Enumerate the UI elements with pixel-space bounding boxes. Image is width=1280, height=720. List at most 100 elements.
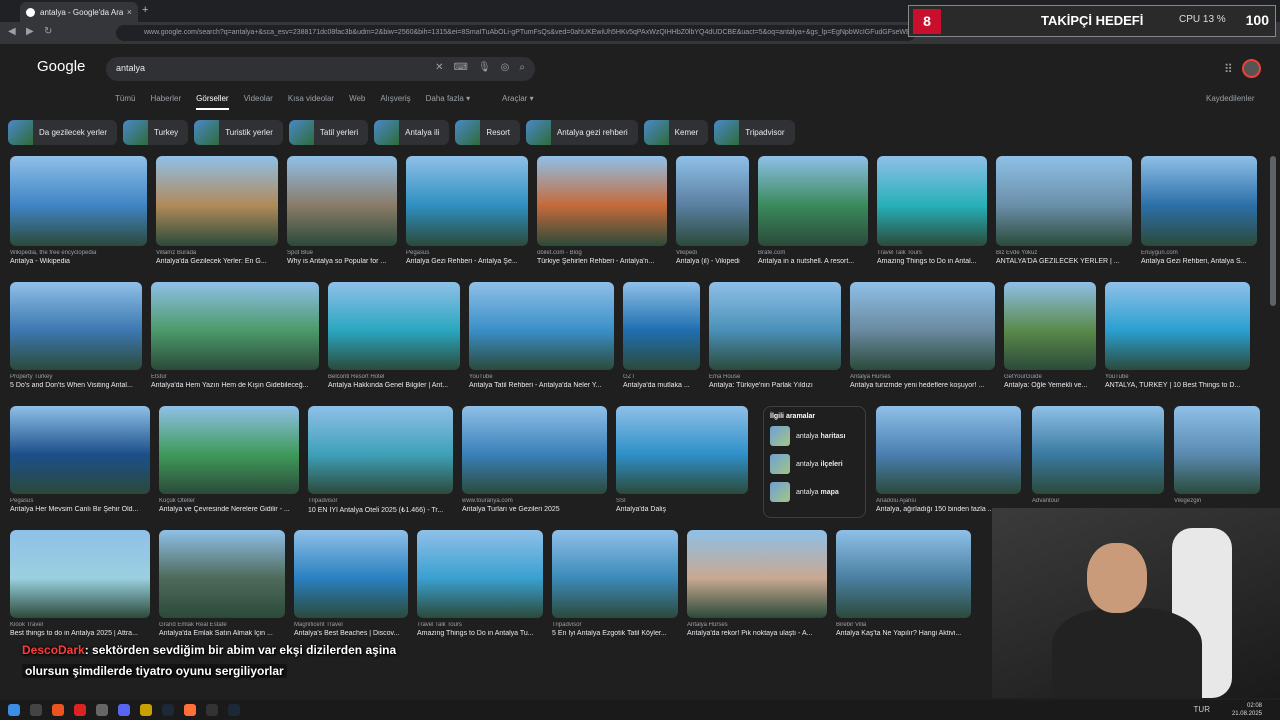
image-source[interactable]: Antalya Hürses xyxy=(687,622,827,628)
image-caption[interactable]: Amazing Things to Do in Antal... xyxy=(877,258,987,265)
image-source[interactable]: Villamz Burada xyxy=(156,250,278,256)
app-icon[interactable] xyxy=(52,704,64,716)
image-source[interactable]: GZT xyxy=(623,374,700,380)
image-result[interactable]: Magnificent Travel Antalya's Best Beaches… xyxy=(294,530,408,637)
app-icon[interactable] xyxy=(74,704,86,716)
keyboard-icon[interactable]: ⌨ xyxy=(454,62,468,73)
image-result[interactable]: Property Turkey 5 Do's and Don'ts When Vi… xyxy=(10,282,142,389)
reload-icon[interactable]: ↻ xyxy=(44,26,52,37)
image-thumbnail[interactable] xyxy=(676,156,749,246)
search-icon[interactable]: ⌕ xyxy=(519,62,525,73)
image-source[interactable]: Tripadvisor xyxy=(308,498,453,504)
image-source[interactable]: Grand Emlak Real Estate xyxy=(159,622,285,628)
chip[interactable]: Tripadvisor xyxy=(714,120,795,145)
image-result[interactable]: Advantour xyxy=(1032,406,1164,506)
image-caption[interactable]: Antalya Turları ve Gezileri 2025 xyxy=(462,506,607,513)
image-source[interactable]: YouTube xyxy=(469,374,614,380)
image-source[interactable]: Vikigezgin xyxy=(1174,498,1260,504)
image-source[interactable]: Anadolu Ajansı xyxy=(876,498,1021,504)
image-result[interactable]: Pegasus Antalya Her Mevsim Canlı Bir Şehi… xyxy=(10,406,150,513)
image-thumbnail[interactable] xyxy=(687,530,827,618)
windows-start-icon[interactable] xyxy=(8,704,20,716)
image-result[interactable]: Biz Evde Yokuz ANTALYA'DA GEZİLECEK YERLE… xyxy=(996,156,1132,265)
image-caption[interactable]: Antalya ve Çevresinde Nerelere Gidilir -… xyxy=(159,506,299,513)
discord-icon[interactable] xyxy=(118,704,130,716)
image-source[interactable]: SSI xyxy=(616,498,748,504)
image-result[interactable]: Anadolu Ajansı Antalya, ağırladığı 150 bi… xyxy=(876,406,1021,513)
image-source[interactable]: YouTube xyxy=(1105,374,1250,380)
image-result[interactable]: Antalya Hürses Antalya'da rekor! Pik nokt… xyxy=(687,530,827,637)
related-item[interactable]: antalya ilçeleri xyxy=(770,454,859,474)
image-thumbnail[interactable] xyxy=(552,530,678,618)
obs-icon[interactable] xyxy=(206,704,218,716)
chip[interactable]: Turistik yerler xyxy=(194,120,283,145)
image-source[interactable]: Belconti Resort Hotel xyxy=(328,374,460,380)
image-result[interactable]: Brafe.com Antalya in a nutshell. A resort… xyxy=(758,156,868,265)
image-caption[interactable]: 5 En İyi Antalya Ezgotik Tatil Köyler... xyxy=(552,630,678,637)
image-result[interactable]: Villamz Burada Antalya'da Gezilecek Yerle… xyxy=(156,156,278,265)
image-result[interactable]: www.touranya.com Antalya Turları ve Gezil… xyxy=(462,406,607,513)
search-icon[interactable] xyxy=(30,704,42,716)
microphone-icon[interactable]: 🎙 xyxy=(478,62,491,73)
tab-news[interactable]: Haberler xyxy=(150,94,181,110)
image-thumbnail[interactable] xyxy=(623,282,700,370)
image-thumbnail[interactable] xyxy=(406,156,528,246)
browser-tab[interactable]: antalya - Google'da Ara × xyxy=(20,2,138,22)
image-caption[interactable]: Antalya'da rekor! Pik noktaya ulaştı - A… xyxy=(687,630,827,637)
related-item[interactable]: antalya haritası xyxy=(770,426,859,446)
image-thumbnail[interactable] xyxy=(10,530,150,618)
image-source[interactable]: Brafe.com xyxy=(758,250,868,256)
image-source[interactable]: GetYourGuide xyxy=(1004,374,1096,380)
image-thumbnail[interactable] xyxy=(876,406,1021,494)
image-caption[interactable]: Antalya'da Emlak Satın Almak İçin ... xyxy=(159,630,285,637)
image-thumbnail[interactable] xyxy=(294,530,408,618)
tab-all[interactable]: Tümü xyxy=(115,94,135,110)
clock[interactable]: 02:08 21.08.2025 xyxy=(1232,702,1262,718)
image-result[interactable]: Tripadvisor 10 EN İYİ Antalya Oteli 2025 … xyxy=(308,406,453,514)
image-thumbnail[interactable] xyxy=(1141,156,1257,246)
image-caption[interactable]: Why is Antalya so Popular for ... xyxy=(287,258,397,265)
image-thumbnail[interactable] xyxy=(417,530,543,618)
image-thumbnail[interactable] xyxy=(996,156,1132,246)
image-source[interactable]: Pegasus xyxy=(406,250,528,256)
image-thumbnail[interactable] xyxy=(151,282,319,370)
image-source[interactable]: Klook Travel xyxy=(10,622,150,628)
image-caption[interactable]: Antalya in a nutshell. A resort... xyxy=(758,258,868,265)
tab-videos[interactable]: Videolar xyxy=(244,94,273,110)
image-thumbnail[interactable] xyxy=(836,530,971,618)
image-result[interactable]: SSI Antalya'da Daliş xyxy=(616,406,748,513)
clear-icon[interactable]: ✕ xyxy=(435,62,443,73)
image-source[interactable]: Advantour xyxy=(1032,498,1164,504)
image-thumbnail[interactable] xyxy=(10,406,150,494)
image-thumbnail[interactable] xyxy=(537,156,667,246)
image-result[interactable]: Tripadvisor 5 En İyi Antalya Ezgotik Tati… xyxy=(552,530,678,637)
image-thumbnail[interactable] xyxy=(1174,406,1260,494)
search-input[interactable]: antalya xyxy=(116,63,145,73)
chip[interactable]: Resort xyxy=(455,120,520,145)
image-caption[interactable]: Antalya: Öğle Yemekli ve... xyxy=(1004,382,1096,389)
image-thumbnail[interactable] xyxy=(10,282,142,370)
close-icon[interactable]: × xyxy=(127,7,132,17)
image-caption[interactable]: Antalya Hakkında Genel Bilgiler | Ant... xyxy=(328,382,460,389)
image-caption[interactable]: Antalya turizmde yeni hedeflere koşuyor!… xyxy=(850,382,995,389)
image-source[interactable]: Vikipedi xyxy=(676,250,749,256)
image-source[interactable]: Pegasus xyxy=(10,498,150,504)
image-result[interactable]: Küçük Oteller Antalya ve Çevresinde Nerel… xyxy=(159,406,299,513)
tray-lang[interactable]: TUR xyxy=(1194,705,1210,714)
folder-icon[interactable] xyxy=(140,704,152,716)
image-result[interactable]: Travel Talk Tours Amazing Things to Do in… xyxy=(417,530,543,637)
image-caption[interactable]: Antalya Kaş'ta Ne Yapılır? Hangi Aktivi.… xyxy=(836,630,971,637)
image-thumbnail[interactable] xyxy=(1004,282,1096,370)
image-source[interactable]: Magnificent Travel xyxy=(294,622,408,628)
image-caption[interactable]: Antalya's Best Beaches | Discov... xyxy=(294,630,408,637)
image-caption[interactable]: Antalya Gezi Rehberi - Antalya Şe... xyxy=(406,258,528,265)
image-caption[interactable]: ANTALYA'DA GEZİLECEK YERLER | ... xyxy=(996,258,1132,265)
avatar[interactable] xyxy=(1242,59,1261,78)
scrollbar[interactable] xyxy=(1270,156,1276,306)
image-caption[interactable]: Antalya Gezi Rehberi, Antalya S... xyxy=(1141,258,1257,265)
image-result[interactable]: obilet.com - Blog Türkiye Şehirleri Rehbe… xyxy=(537,156,667,265)
image-source[interactable]: Küçük Oteller xyxy=(159,498,299,504)
tools-button[interactable]: Araçlar ▾ xyxy=(502,94,534,103)
image-caption[interactable]: Antalya Her Mevsim Canlı Bir Şehir Old..… xyxy=(10,506,150,513)
image-source[interactable]: Etstur xyxy=(151,374,319,380)
